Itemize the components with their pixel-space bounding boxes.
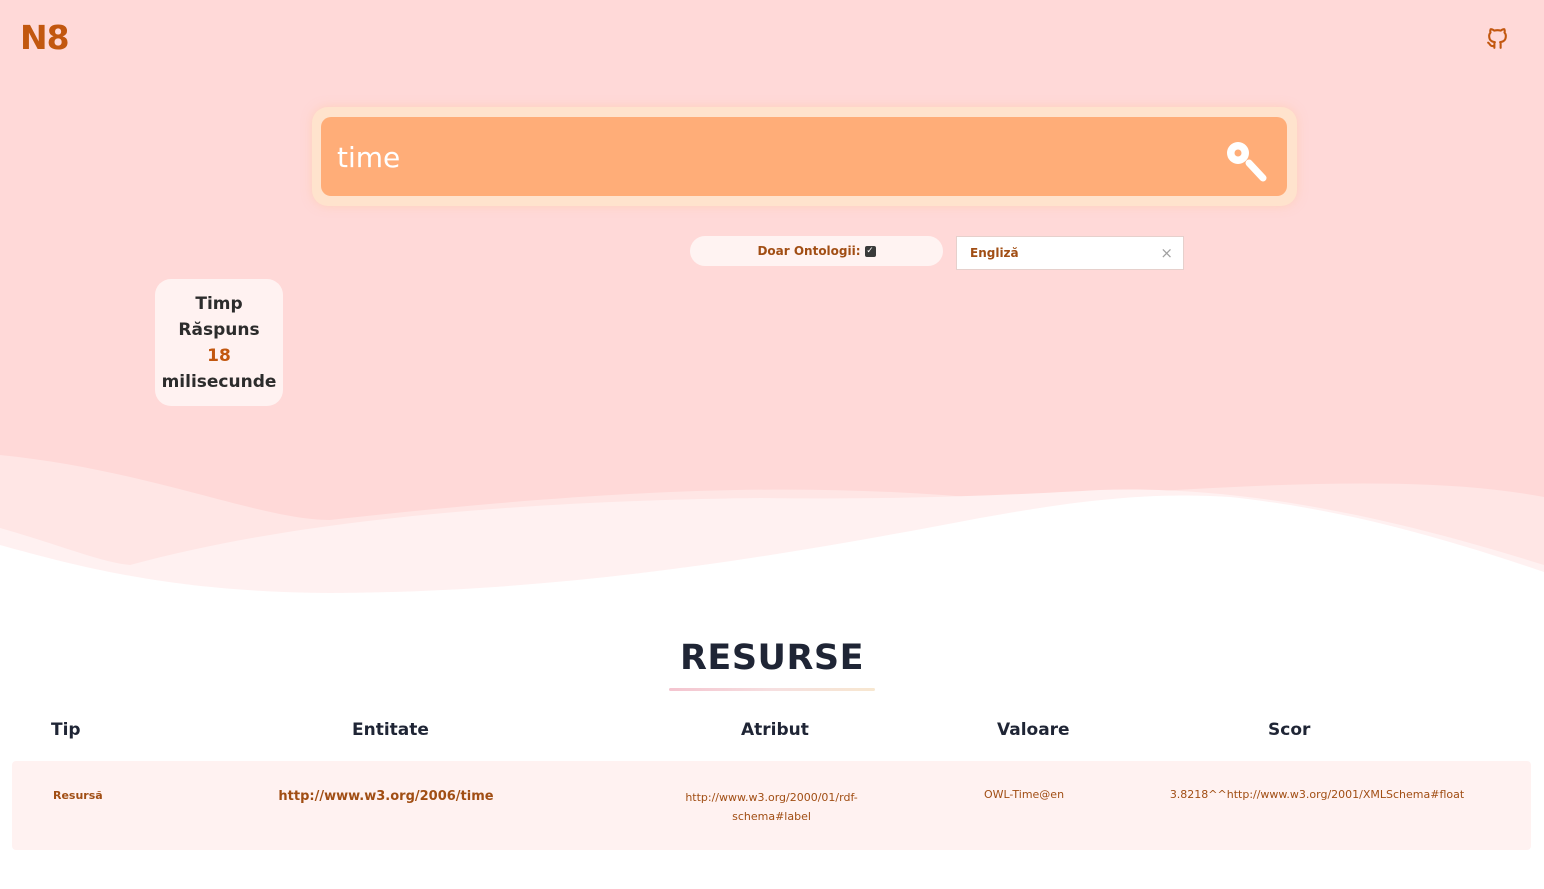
github-icon[interactable] — [1485, 26, 1510, 51]
cell-valoare: OWL-Time@en — [983, 788, 1065, 801]
search-icon[interactable] — [1225, 139, 1271, 183]
table-row: Resursă http://www.w3.org/2006/time http… — [12, 761, 1531, 850]
cell-atribut-line2: schema#label — [732, 810, 811, 823]
column-header-tip: Tip — [51, 720, 81, 740]
cell-atribut-line1: http://www.w3.org/2000/01/rdf- — [685, 791, 858, 804]
results-table-header: Tip Entitate Atribut Valoare Scor — [0, 720, 1544, 744]
column-header-valoare: Valoare — [997, 720, 1070, 740]
title-underline — [669, 688, 875, 691]
column-header-entitate: Entitate — [352, 720, 429, 740]
language-select[interactable]: Engliză × — [956, 236, 1184, 270]
ontology-checkbox[interactable]: ✓ — [864, 245, 876, 257]
search-bar — [321, 117, 1287, 196]
clear-language-icon[interactable]: × — [1160, 244, 1173, 262]
app-logo[interactable]: N8 — [20, 18, 70, 57]
cell-atribut: http://www.w3.org/2000/01/rdf- schema#la… — [662, 788, 881, 826]
response-time-value: 18 — [207, 345, 231, 366]
ontology-only-label: Doar Ontologii: — [757, 244, 861, 258]
ontology-only-toggle[interactable]: Doar Ontologii: ✓ — [690, 236, 943, 266]
response-time-label-2: Răspuns — [178, 319, 260, 340]
column-header-scor: Scor — [1268, 720, 1311, 740]
cell-scor: 3.8218^^http://www.w3.org/2001/XMLSchema… — [1169, 788, 1465, 801]
search-container — [312, 107, 1297, 206]
cell-tip: Resursă — [53, 789, 103, 802]
search-input[interactable] — [337, 132, 1197, 182]
language-value: Engliză — [970, 246, 1019, 260]
cell-entitate-link[interactable]: http://www.w3.org/2006/time — [232, 789, 540, 804]
column-header-atribut: Atribut — [741, 720, 809, 740]
response-time-card: Timp Răspuns 18 milisecunde — [155, 279, 283, 406]
results-title: RESURSE — [679, 638, 865, 678]
response-time-unit: milisecunde — [161, 371, 277, 392]
response-time-label-1: Timp — [195, 293, 243, 314]
